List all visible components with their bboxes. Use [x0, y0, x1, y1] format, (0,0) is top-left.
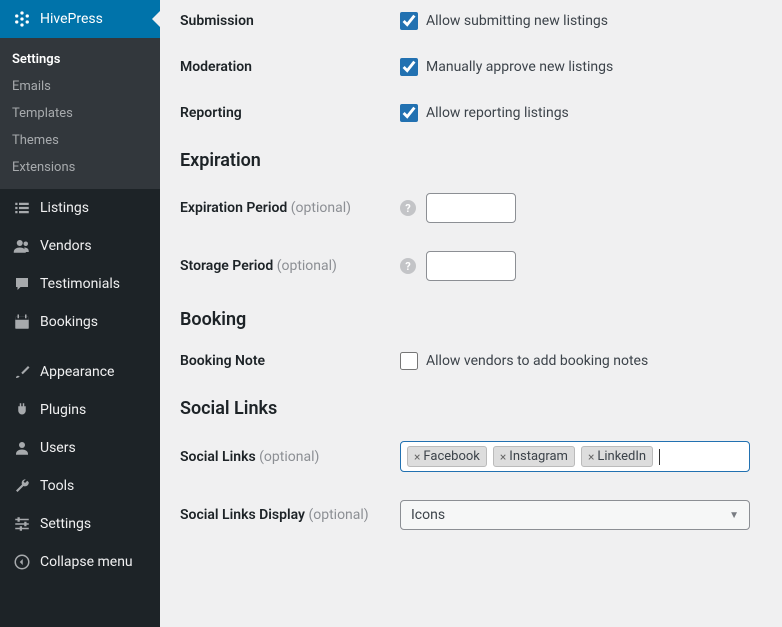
- section-expiration: Expiration: [180, 150, 762, 171]
- sidebar-subitems: Settings Emails Templates Themes Extensi…: [0, 38, 160, 189]
- sidebar-item-users[interactable]: Users: [0, 429, 160, 467]
- calendar-icon: [12, 312, 32, 332]
- row-booking-note: Booking Note Allow vendors to add bookin…: [180, 352, 762, 370]
- sidebar-sub-templates[interactable]: Templates: [0, 100, 160, 127]
- label-storage-period: Storage Period (optional): [180, 258, 400, 274]
- row-expiration-period: Expiration Period (optional) ?: [180, 193, 762, 223]
- sidebar-item-vendors[interactable]: Vendors: [0, 227, 160, 265]
- sidebar-sub-settings[interactable]: Settings: [0, 46, 160, 73]
- plug-icon: [12, 400, 32, 420]
- tag-facebook[interactable]: ×Facebook: [407, 446, 487, 467]
- sliders-icon: [12, 514, 32, 534]
- label-expiration-period: Expiration Period (optional): [180, 200, 400, 216]
- collapse-label: Collapse menu: [40, 554, 133, 570]
- sidebar-item-label: Appearance: [40, 364, 114, 380]
- row-social-links: Social Links (optional) ×Facebook ×Insta…: [180, 441, 762, 472]
- row-reporting: Reporting Allow reporting listings: [180, 104, 762, 122]
- tag-remove-icon[interactable]: ×: [500, 450, 506, 464]
- checkbox-reporting[interactable]: [400, 104, 418, 122]
- row-submission: Submission Allow submitting new listings: [180, 12, 762, 30]
- sidebar-sub-extensions[interactable]: Extensions: [0, 154, 160, 181]
- label-reporting: Reporting: [180, 105, 400, 121]
- wrench-icon: [12, 476, 32, 496]
- sidebar-sub-emails[interactable]: Emails: [0, 73, 160, 100]
- sidebar-item-label: Testimonials: [40, 276, 120, 292]
- person-icon: [12, 438, 32, 458]
- select-social-display[interactable]: Icons ▼: [400, 500, 750, 530]
- sidebar-item-label: Bookings: [40, 314, 98, 330]
- sidebar-item-tools[interactable]: Tools: [0, 467, 160, 505]
- sidebar-item-listings[interactable]: Listings: [0, 189, 160, 227]
- hivepress-label: HivePress: [40, 11, 103, 27]
- sidebar-item-label: Users: [40, 440, 76, 456]
- sidebar-collapse[interactable]: Collapse menu: [0, 543, 160, 581]
- sidebar-item-label: Vendors: [40, 238, 92, 254]
- checkbox-moderation[interactable]: [400, 58, 418, 76]
- select-value: Icons: [411, 507, 445, 523]
- tags-input-social[interactable]: ×Facebook ×Instagram ×LinkedIn: [400, 441, 750, 472]
- checkbox-label-reporting: Allow reporting listings: [426, 105, 569, 121]
- content-area: Submission Allow submitting new listings…: [160, 0, 782, 627]
- sidebar-item-settings[interactable]: Settings: [0, 505, 160, 543]
- comment-icon: [12, 274, 32, 294]
- row-moderation: Moderation Manually approve new listings: [180, 58, 762, 76]
- label-booking-note: Booking Note: [180, 353, 400, 369]
- list-icon: [12, 198, 32, 218]
- tag-instagram[interactable]: ×Instagram: [493, 446, 575, 467]
- row-storage-period: Storage Period (optional) ?: [180, 251, 762, 281]
- sidebar-item-plugins[interactable]: Plugins: [0, 391, 160, 429]
- sidebar-item-testimonials[interactable]: Testimonials: [0, 265, 160, 303]
- collapse-icon: [12, 552, 32, 572]
- checkbox-label-moderation: Manually approve new listings: [426, 59, 613, 75]
- text-cursor: [659, 449, 660, 465]
- sidebar-item-label: Plugins: [40, 402, 86, 418]
- checkbox-submission[interactable]: [400, 12, 418, 30]
- sidebar-item-appearance[interactable]: Appearance: [0, 353, 160, 391]
- label-moderation: Moderation: [180, 59, 400, 75]
- row-social-display: Social Links Display (optional) Icons ▼: [180, 500, 762, 530]
- sidebar-item-label: Settings: [40, 516, 91, 532]
- user-icon: [12, 236, 32, 256]
- label-submission: Submission: [180, 13, 400, 29]
- checkbox-label-booking-note: Allow vendors to add booking notes: [426, 353, 648, 369]
- help-icon[interactable]: ?: [400, 200, 416, 216]
- label-social-links: Social Links (optional): [180, 449, 400, 465]
- tag-remove-icon[interactable]: ×: [588, 450, 594, 464]
- input-storage-period[interactable]: [426, 251, 516, 281]
- hivepress-icon: [12, 9, 32, 29]
- sidebar-item-bookings[interactable]: Bookings: [0, 303, 160, 341]
- input-expiration-period[interactable]: [426, 193, 516, 223]
- checkbox-booking-note[interactable]: [400, 352, 418, 370]
- chevron-down-icon: ▼: [729, 510, 739, 521]
- tag-remove-icon[interactable]: ×: [414, 450, 420, 464]
- sidebar-sub-themes[interactable]: Themes: [0, 127, 160, 154]
- help-icon[interactable]: ?: [400, 258, 416, 274]
- admin-sidebar: HivePress Settings Emails Templates Them…: [0, 0, 160, 627]
- section-social: Social Links: [180, 398, 762, 419]
- sidebar-item-label: Tools: [40, 478, 74, 494]
- label-social-display: Social Links Display (optional): [180, 507, 400, 523]
- sidebar-item-label: Listings: [40, 200, 89, 216]
- tag-linkedin[interactable]: ×LinkedIn: [581, 446, 653, 467]
- checkbox-label-submission: Allow submitting new listings: [426, 13, 608, 29]
- section-booking: Booking: [180, 309, 762, 330]
- sidebar-hivepress[interactable]: HivePress: [0, 0, 160, 38]
- brush-icon: [12, 362, 32, 382]
